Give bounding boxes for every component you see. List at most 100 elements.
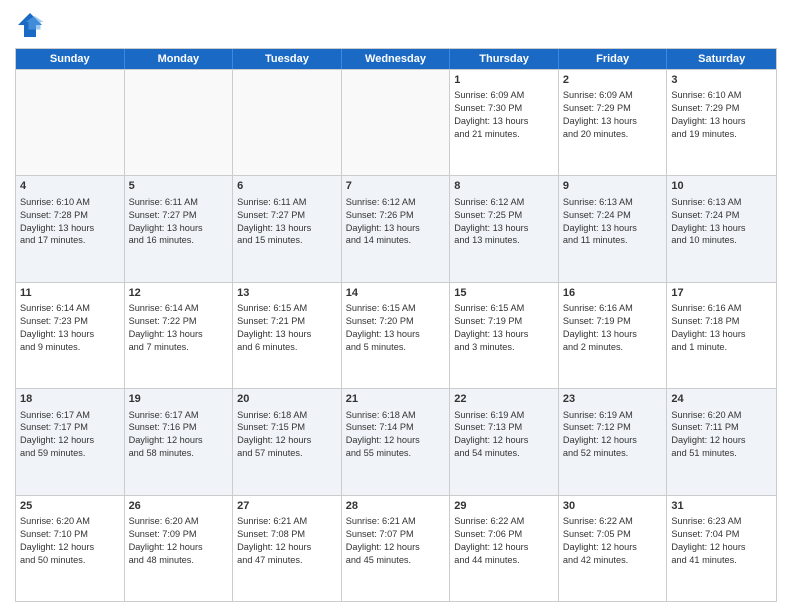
day-info-text: Sunset: 7:20 PM: [346, 315, 446, 328]
day-info-text: and 45 minutes.: [346, 554, 446, 567]
day-cell-12: 12Sunrise: 6:14 AMSunset: 7:22 PMDayligh…: [125, 283, 234, 388]
day-info-text: Daylight: 13 hours: [454, 115, 554, 128]
day-info-text: Sunrise: 6:12 AM: [346, 196, 446, 209]
day-info-text: and 10 minutes.: [671, 234, 772, 247]
day-cell-19: 19Sunrise: 6:17 AMSunset: 7:16 PMDayligh…: [125, 389, 234, 494]
day-info-text: Sunrise: 6:20 AM: [129, 515, 229, 528]
day-number-6: 6: [237, 179, 337, 194]
day-info-text: Sunrise: 6:21 AM: [237, 515, 337, 528]
header: [15, 10, 777, 40]
header-thursday: Thursday: [450, 49, 559, 69]
page: SundayMondayTuesdayWednesdayThursdayFrid…: [0, 0, 792, 612]
day-info-text: Daylight: 12 hours: [671, 541, 772, 554]
day-info-text: Sunset: 7:27 PM: [237, 209, 337, 222]
day-cell-7: 7Sunrise: 6:12 AMSunset: 7:26 PMDaylight…: [342, 176, 451, 281]
calendar-header: SundayMondayTuesdayWednesdayThursdayFrid…: [16, 49, 776, 69]
logo-icon: [15, 10, 45, 40]
day-info-text: Sunset: 7:10 PM: [20, 528, 120, 541]
day-info-text: Daylight: 13 hours: [454, 222, 554, 235]
day-number-13: 13: [237, 286, 337, 301]
empty-cell: [16, 70, 125, 175]
day-number-8: 8: [454, 179, 554, 194]
day-number-16: 16: [563, 286, 663, 301]
empty-cell: [125, 70, 234, 175]
day-info-text: Daylight: 12 hours: [454, 541, 554, 554]
day-info-text: Sunset: 7:16 PM: [129, 421, 229, 434]
day-number-23: 23: [563, 392, 663, 407]
day-number-2: 2: [563, 73, 663, 88]
day-info-text: Sunrise: 6:10 AM: [20, 196, 120, 209]
day-info-text: and 6 minutes.: [237, 341, 337, 354]
day-info-text: Sunrise: 6:22 AM: [563, 515, 663, 528]
header-saturday: Saturday: [667, 49, 776, 69]
day-info-text: Sunset: 7:18 PM: [671, 315, 772, 328]
day-info-text: Sunset: 7:17 PM: [20, 421, 120, 434]
day-info-text: Daylight: 13 hours: [454, 328, 554, 341]
day-cell-5: 5Sunrise: 6:11 AMSunset: 7:27 PMDaylight…: [125, 176, 234, 281]
day-info-text: and 7 minutes.: [129, 341, 229, 354]
day-info-text: Sunset: 7:13 PM: [454, 421, 554, 434]
day-info-text: Daylight: 12 hours: [237, 541, 337, 554]
day-cell-26: 26Sunrise: 6:20 AMSunset: 7:09 PMDayligh…: [125, 496, 234, 601]
day-info-text: Sunset: 7:24 PM: [671, 209, 772, 222]
day-number-29: 29: [454, 499, 554, 514]
day-info-text: Sunrise: 6:11 AM: [237, 196, 337, 209]
day-info-text: and 44 minutes.: [454, 554, 554, 567]
day-info-text: Daylight: 13 hours: [563, 222, 663, 235]
day-info-text: Daylight: 12 hours: [20, 434, 120, 447]
day-cell-31: 31Sunrise: 6:23 AMSunset: 7:04 PMDayligh…: [667, 496, 776, 601]
day-info-text: and 58 minutes.: [129, 447, 229, 460]
day-number-24: 24: [671, 392, 772, 407]
day-number-27: 27: [237, 499, 337, 514]
day-number-26: 26: [129, 499, 229, 514]
day-info-text: Sunrise: 6:15 AM: [237, 302, 337, 315]
day-info-text: and 47 minutes.: [237, 554, 337, 567]
calendar-row-3: 11Sunrise: 6:14 AMSunset: 7:23 PMDayligh…: [16, 282, 776, 388]
empty-cell: [233, 70, 342, 175]
day-info-text: Sunset: 7:22 PM: [129, 315, 229, 328]
day-info-text: Daylight: 13 hours: [671, 222, 772, 235]
day-info-text: Sunrise: 6:09 AM: [454, 89, 554, 102]
day-info-text: Daylight: 13 hours: [129, 222, 229, 235]
day-number-14: 14: [346, 286, 446, 301]
day-cell-30: 30Sunrise: 6:22 AMSunset: 7:05 PMDayligh…: [559, 496, 668, 601]
header-sunday: Sunday: [16, 49, 125, 69]
day-cell-10: 10Sunrise: 6:13 AMSunset: 7:24 PMDayligh…: [667, 176, 776, 281]
day-number-31: 31: [671, 499, 772, 514]
day-info-text: Daylight: 13 hours: [20, 328, 120, 341]
day-cell-3: 3Sunrise: 6:10 AMSunset: 7:29 PMDaylight…: [667, 70, 776, 175]
day-info-text: Sunset: 7:09 PM: [129, 528, 229, 541]
day-cell-29: 29Sunrise: 6:22 AMSunset: 7:06 PMDayligh…: [450, 496, 559, 601]
day-cell-25: 25Sunrise: 6:20 AMSunset: 7:10 PMDayligh…: [16, 496, 125, 601]
day-info-text: Daylight: 13 hours: [237, 222, 337, 235]
empty-cell: [342, 70, 451, 175]
day-cell-11: 11Sunrise: 6:14 AMSunset: 7:23 PMDayligh…: [16, 283, 125, 388]
calendar-row-2: 4Sunrise: 6:10 AMSunset: 7:28 PMDaylight…: [16, 175, 776, 281]
day-number-30: 30: [563, 499, 663, 514]
day-info-text: Sunset: 7:27 PM: [129, 209, 229, 222]
header-wednesday: Wednesday: [342, 49, 451, 69]
day-number-10: 10: [671, 179, 772, 194]
day-info-text: Daylight: 12 hours: [129, 434, 229, 447]
day-info-text: Daylight: 12 hours: [454, 434, 554, 447]
day-info-text: Daylight: 12 hours: [346, 541, 446, 554]
day-info-text: Sunrise: 6:23 AM: [671, 515, 772, 528]
day-cell-14: 14Sunrise: 6:15 AMSunset: 7:20 PMDayligh…: [342, 283, 451, 388]
day-info-text: Sunset: 7:05 PM: [563, 528, 663, 541]
day-info-text: and 9 minutes.: [20, 341, 120, 354]
day-info-text: and 19 minutes.: [671, 128, 772, 141]
day-cell-27: 27Sunrise: 6:21 AMSunset: 7:08 PMDayligh…: [233, 496, 342, 601]
day-info-text: and 21 minutes.: [454, 128, 554, 141]
day-info-text: Sunrise: 6:10 AM: [671, 89, 772, 102]
day-info-text: Daylight: 13 hours: [671, 115, 772, 128]
day-cell-13: 13Sunrise: 6:15 AMSunset: 7:21 PMDayligh…: [233, 283, 342, 388]
day-info-text: Daylight: 13 hours: [671, 328, 772, 341]
day-info-text: Daylight: 13 hours: [563, 115, 663, 128]
day-info-text: Sunset: 7:29 PM: [671, 102, 772, 115]
day-info-text: Sunset: 7:06 PM: [454, 528, 554, 541]
day-info-text: and 13 minutes.: [454, 234, 554, 247]
day-info-text: Sunrise: 6:16 AM: [671, 302, 772, 315]
day-cell-21: 21Sunrise: 6:18 AMSunset: 7:14 PMDayligh…: [342, 389, 451, 494]
day-info-text: Sunset: 7:19 PM: [563, 315, 663, 328]
day-info-text: Daylight: 12 hours: [563, 541, 663, 554]
